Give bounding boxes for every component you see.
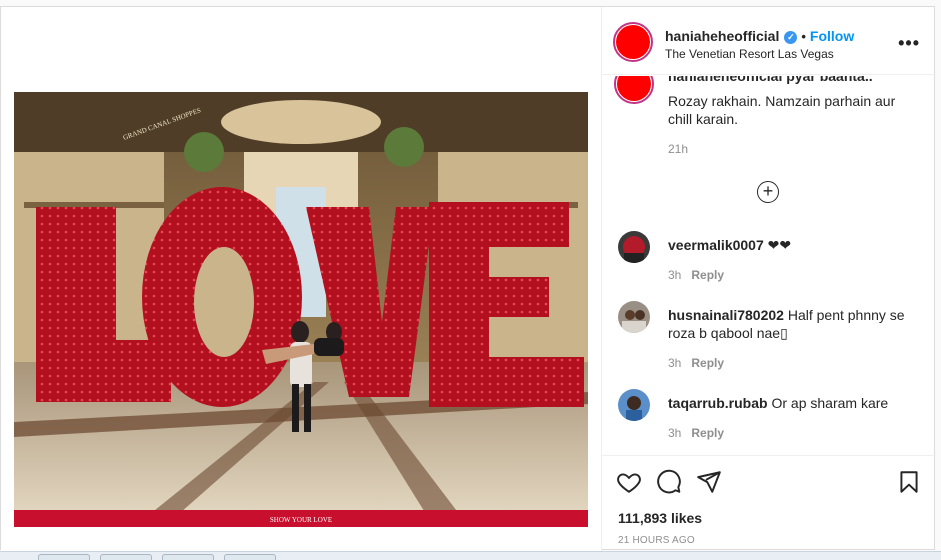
reply-button[interactable]: Reply	[691, 426, 724, 440]
comment-text: Or ap sharam kare	[771, 395, 889, 411]
reply-button[interactable]: Reply	[691, 356, 724, 370]
likes-count[interactable]: 111,893 likes	[618, 510, 702, 526]
caption-clipped-line: haniaheheofficial pyar baanta..	[668, 76, 873, 84]
letter-o	[142, 187, 302, 407]
author-avatar-image	[616, 25, 650, 59]
share-icon[interactable]	[696, 469, 722, 495]
author-username[interactable]: haniaheheofficial	[665, 28, 779, 44]
comment-meta: 3h Reply	[668, 426, 724, 440]
post-timestamp[interactable]: 21 HOURS AGO	[618, 535, 695, 546]
post-location[interactable]: The Venetian Resort Las Vegas	[665, 47, 834, 61]
commenter-avatar[interactable]	[618, 301, 650, 333]
commenter-username[interactable]: veermalik0007	[668, 237, 764, 253]
separator-dot: •	[801, 29, 806, 44]
page: SHOW YOUR LOVE GRAND CANAL SHOPPES hania…	[0, 0, 941, 560]
post-media: SHOW YOUR LOVE GRAND CANAL SHOPPES	[1, 7, 601, 551]
caption-avatar[interactable]	[614, 76, 654, 104]
comment-meta: 3h Reply	[668, 356, 724, 370]
comment-time: 3h	[668, 268, 682, 282]
comment-time: 3h	[668, 426, 682, 440]
author-avatar[interactable]	[613, 22, 653, 62]
load-more-comments-plus-circle-icon[interactable]: +	[757, 181, 779, 203]
taskbar-button[interactable]	[38, 554, 90, 560]
taskbar-button[interactable]	[224, 554, 276, 560]
author-line: haniaheheofficial ✓ • Follow	[665, 28, 854, 44]
comment-body: taqarrub.rubab Or ap sharam kare	[668, 394, 923, 412]
taskbar-button[interactable]	[100, 554, 152, 560]
commenter-username[interactable]: taqarrub.rubab	[668, 395, 768, 411]
commenter-username[interactable]: husnainali780202	[668, 307, 784, 323]
comment-meta: 3h Reply	[668, 268, 724, 282]
reply-button[interactable]: Reply	[691, 268, 724, 282]
love-sign-photo: SHOW YOUR LOVE GRAND CANAL SHOPPES	[14, 92, 588, 527]
heart-icon[interactable]	[616, 469, 642, 495]
taskbar-button[interactable]	[162, 554, 214, 560]
commenter-avatar[interactable]	[618, 231, 650, 263]
comment-body: veermalik0007 ❤❤	[668, 236, 923, 254]
comment-trailing-glyph: ▯	[780, 325, 788, 341]
post-photo[interactable]: SHOW YOUR LOVE GRAND CANAL SHOPPES	[14, 92, 588, 527]
post-header: haniaheheofficial ✓ • Follow The Venetian R…	[602, 7, 936, 75]
more-icon[interactable]: •••	[898, 33, 920, 54]
verified-icon: ✓	[784, 31, 798, 44]
bookmark-icon[interactable]	[896, 469, 922, 495]
follow-button[interactable]: Follow	[810, 28, 854, 44]
os-taskbar	[0, 551, 941, 560]
comment-text: ❤❤	[767, 237, 792, 253]
caption-time: 21h	[668, 142, 689, 156]
comment-time: 3h	[668, 356, 682, 370]
caption-text: Rozay rakhain. Namzain parhain aur chill…	[668, 93, 896, 127]
post-side-panel: haniaheheofficial ✓ • Follow The Venetian R…	[601, 7, 936, 551]
banner-text: SHOW YOUR LOVE	[270, 516, 332, 524]
comment-body: husnainali780202 Half pent phnny se roza…	[668, 306, 923, 342]
comment-icon[interactable]	[656, 469, 682, 495]
post-actions: 111,893 likes 21 HOURS AGO	[602, 455, 936, 551]
post-card: SHOW YOUR LOVE GRAND CANAL SHOPPES hania…	[0, 6, 936, 551]
comments-panel[interactable]: haniaheheofficial pyar baanta.. Rozay ra…	[602, 76, 936, 454]
commenter-avatar[interactable]	[618, 389, 650, 421]
